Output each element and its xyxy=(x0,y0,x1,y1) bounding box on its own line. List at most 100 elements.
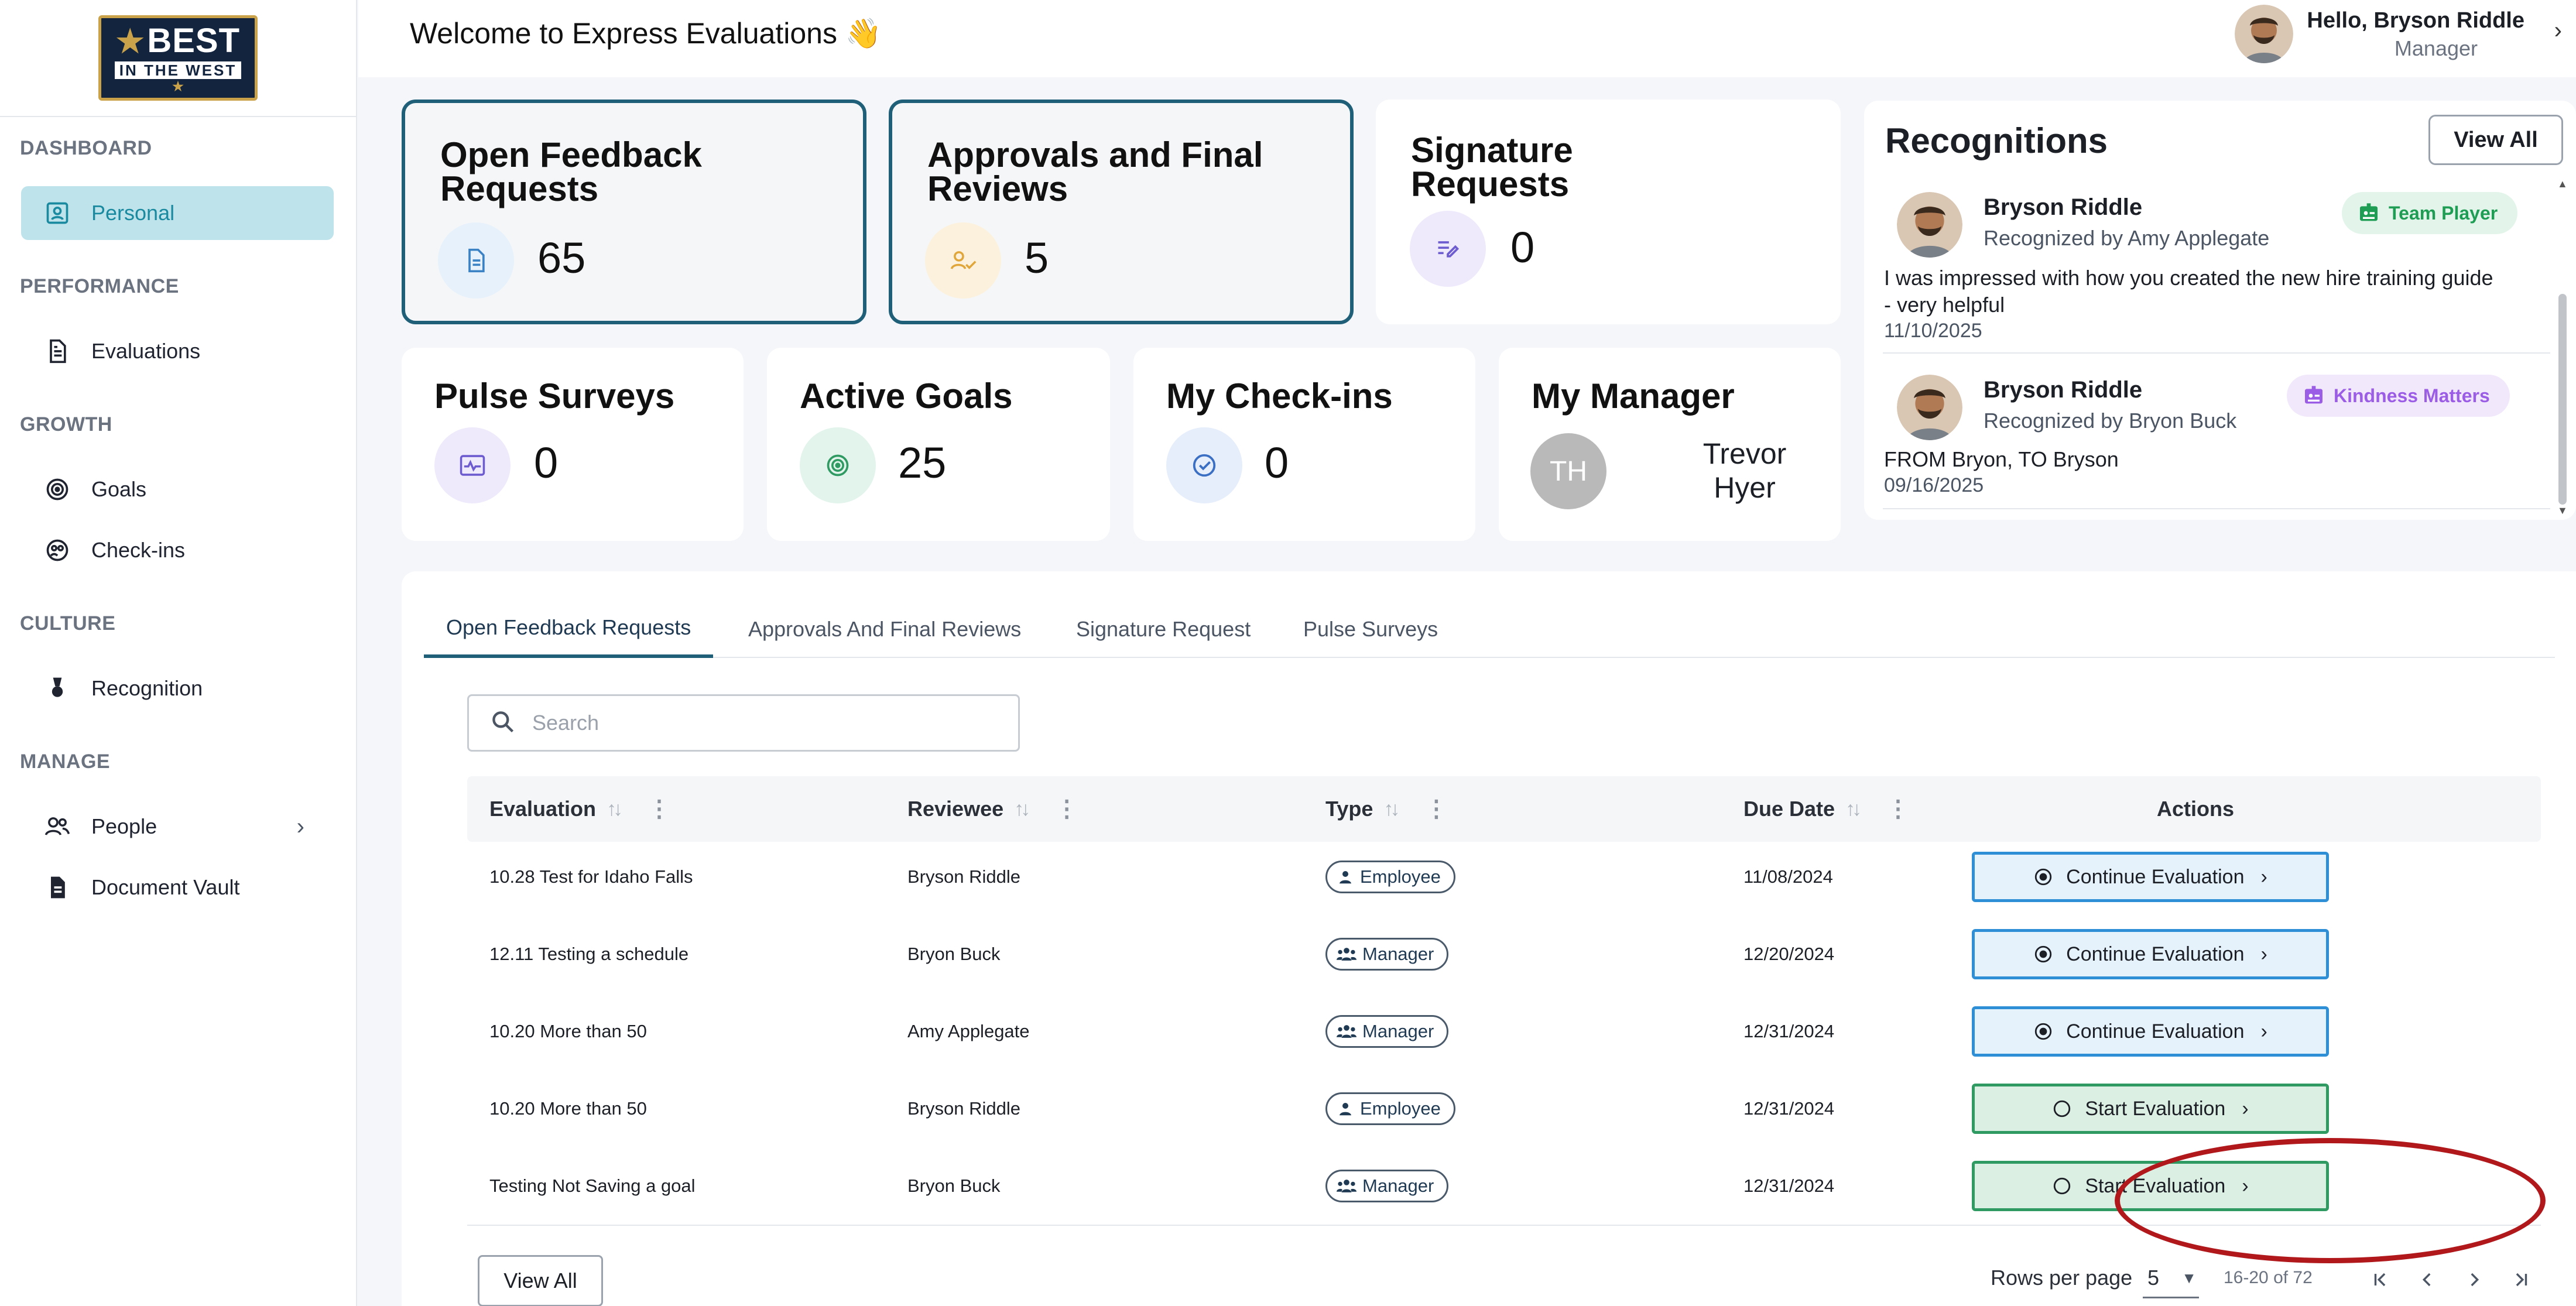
recognitions-view-all-button[interactable]: View All xyxy=(2428,115,2563,165)
user-avatar[interactable] xyxy=(2235,5,2293,63)
tab-open-feedback-requests[interactable]: Open Feedback Requests xyxy=(424,601,714,658)
column-menu-icon[interactable]: ⋮ xyxy=(648,796,671,822)
type-chip: Manager xyxy=(1325,938,1449,971)
continue-evaluation-button[interactable]: Continue Evaluation › xyxy=(1972,852,2329,902)
nav-section-growth: GROWTH xyxy=(20,413,112,436)
radio-dot-icon xyxy=(2033,944,2053,964)
first-page-button[interactable] xyxy=(2363,1262,2398,1297)
search-box[interactable] xyxy=(467,694,1020,752)
id-card-icon xyxy=(43,199,71,227)
reviewee-name: Bryson Riddle xyxy=(907,1098,1020,1119)
card-open-feedback[interactable]: Open Feedback Requests 65 xyxy=(402,100,866,324)
column-menu-icon[interactable]: ⋮ xyxy=(1424,796,1448,822)
view-all-button[interactable]: View All xyxy=(478,1255,603,1306)
recognition-name: Bryson Riddle xyxy=(1984,377,2143,403)
target-icon xyxy=(43,475,71,503)
circle-icon xyxy=(2052,1176,2072,1196)
recognitions-scrollbar[interactable]: ▲ ▼ xyxy=(2557,178,2568,516)
due-date: 12/31/2024 xyxy=(1743,1098,1835,1119)
column-menu-icon[interactable]: ⋮ xyxy=(1055,796,1078,822)
rows-per-page-select[interactable]: 5 ▼ xyxy=(2143,1261,2199,1298)
card-approvals[interactable]: Approvals and Final Reviews 5 xyxy=(889,100,1354,324)
scroll-up-icon[interactable]: ▲ xyxy=(2557,178,2568,190)
column-menu-icon[interactable]: ⋮ xyxy=(1886,796,1910,822)
divider xyxy=(1883,352,2550,354)
previous-page-button[interactable] xyxy=(2410,1262,2445,1297)
people-icon xyxy=(1337,945,1356,963)
type-cell: Employee xyxy=(1325,838,1455,916)
tab-approvals-and-final-reviews[interactable]: Approvals And Final Reviews xyxy=(726,601,1043,658)
column-header-due-date[interactable]: Due Date ↑↓ ⋮ xyxy=(1743,776,1910,842)
chevron-right-icon[interactable]: › xyxy=(2554,18,2562,44)
card-active-goals[interactable]: Active Goals 25 xyxy=(767,348,1110,541)
search-input[interactable] xyxy=(532,711,1001,735)
sidebar-item-recognition[interactable]: Recognition xyxy=(21,661,334,715)
type-chip: Employee xyxy=(1325,861,1455,893)
sort-icon[interactable]: ↑↓ xyxy=(1383,798,1400,821)
rows-per-page-label: Rows per page xyxy=(1991,1266,2133,1290)
column-header-reviewee[interactable]: Reviewee ↑↓ ⋮ xyxy=(907,776,1078,842)
scrollbar-thumb[interactable] xyxy=(2558,294,2567,505)
page-range: 16-20 of 72 xyxy=(2224,1268,2313,1287)
chevron-right-icon: › xyxy=(2260,865,2267,888)
card-my-manager[interactable]: My Manager TH Trevor Hyer xyxy=(1499,348,1841,541)
sidebar-item-goals[interactable]: Goals xyxy=(21,462,334,516)
start-evaluation-button[interactable]: Start Evaluation › xyxy=(1972,1084,2329,1134)
sidebar-item-personal[interactable]: Personal xyxy=(21,186,334,240)
column-header-evaluation[interactable]: Evaluation ↑↓ ⋮ xyxy=(489,776,671,842)
sort-icon[interactable]: ↑↓ xyxy=(1014,798,1030,821)
company-logo[interactable]: ★BEST IN THE WEST ★ xyxy=(98,15,258,101)
tab-signature-request[interactable]: Signature Request xyxy=(1054,601,1273,658)
recognition-card[interactable]: Bryson Riddle Recognized by Bryon Buck K… xyxy=(1884,375,2541,515)
welcome-title: Welcome to Express Evaluations 👋 xyxy=(410,17,882,50)
user-role: Manager xyxy=(2394,36,2478,60)
scroll-down-icon[interactable]: ▼ xyxy=(2557,505,2568,517)
sort-icon[interactable]: ↑↓ xyxy=(607,798,623,821)
tab-pulse-surveys[interactable]: Pulse Surveys xyxy=(1281,601,1460,658)
due-date: 12/20/2024 xyxy=(1743,944,1835,964)
column-header-type[interactable]: Type ↑↓ ⋮ xyxy=(1325,776,1448,842)
sidebar-item-document-vault[interactable]: Document Vault xyxy=(21,861,334,914)
card-pulse-surveys[interactable]: Pulse Surveys 0 xyxy=(402,348,744,541)
user-greeting[interactable]: Hello, Bryson Riddle xyxy=(2307,8,2524,33)
chevron-right-icon: › xyxy=(296,813,304,839)
sidebar-item-checkins[interactable]: Check-ins xyxy=(21,523,334,577)
nav-section-manage: MANAGE xyxy=(20,750,111,773)
evaluation-name: 12.11 Testing a schedule xyxy=(489,944,689,964)
sidebar-item-evaluations[interactable]: Evaluations xyxy=(21,324,334,378)
recognition-name: Bryson Riddle xyxy=(1984,194,2143,220)
type-cell: Manager xyxy=(1325,916,1449,993)
continue-evaluation-button[interactable]: Continue Evaluation › xyxy=(1972,929,2329,979)
sort-icon[interactable]: ↑↓ xyxy=(1845,798,1862,821)
due-date: 12/31/2024 xyxy=(1743,1021,1835,1041)
sidebar-item-people[interactable]: People › xyxy=(21,800,334,853)
continue-evaluation-button[interactable]: Continue Evaluation › xyxy=(1972,1006,2329,1057)
approvals-count: 5 xyxy=(1025,234,1049,282)
evaluation-name: Testing Not Saving a goal xyxy=(489,1175,696,1196)
last-page-button[interactable] xyxy=(2503,1262,2539,1297)
card-my-checkins[interactable]: My Check-ins 0 xyxy=(1133,348,1475,541)
table-row: 10.28 Test for Idaho Falls Bryson Riddle… xyxy=(467,838,2541,916)
type-cell: Manager xyxy=(1325,993,1449,1070)
chevron-right-icon: › xyxy=(2242,1097,2249,1120)
type-cell: Employee xyxy=(1325,1070,1455,1147)
recognition-card[interactable]: Bryson Riddle Recognized by Amy Applegat… xyxy=(1884,192,2541,350)
chevron-right-icon: › xyxy=(2260,942,2267,965)
type-chip: Manager xyxy=(1325,1170,1449,1202)
target-icon xyxy=(800,427,876,503)
people-icon xyxy=(43,813,71,841)
due-date: 11/08/2024 xyxy=(1743,866,1833,887)
next-page-button[interactable] xyxy=(2457,1262,2492,1297)
manager-avatar[interactable]: TH xyxy=(1530,433,1606,509)
checkins-count: 0 xyxy=(1265,438,1289,487)
top-header: Welcome to Express Evaluations 👋 Hello, … xyxy=(358,0,2576,77)
pulse-count: 0 xyxy=(534,438,559,487)
recognition-by: Recognized by Bryon Buck xyxy=(1984,409,2237,433)
card-signature[interactable]: Signature Requests 0 xyxy=(1376,100,1841,324)
check-circle-icon xyxy=(1166,427,1242,503)
highlight-annotation xyxy=(2115,1138,2546,1263)
evaluation-name: 10.28 Test for Idaho Falls xyxy=(489,866,693,887)
recognitions-title: Recognitions xyxy=(1885,121,2108,160)
reviewee-name: Bryon Buck xyxy=(907,944,1001,964)
evaluation-name: 10.20 More than 50 xyxy=(489,1098,647,1119)
